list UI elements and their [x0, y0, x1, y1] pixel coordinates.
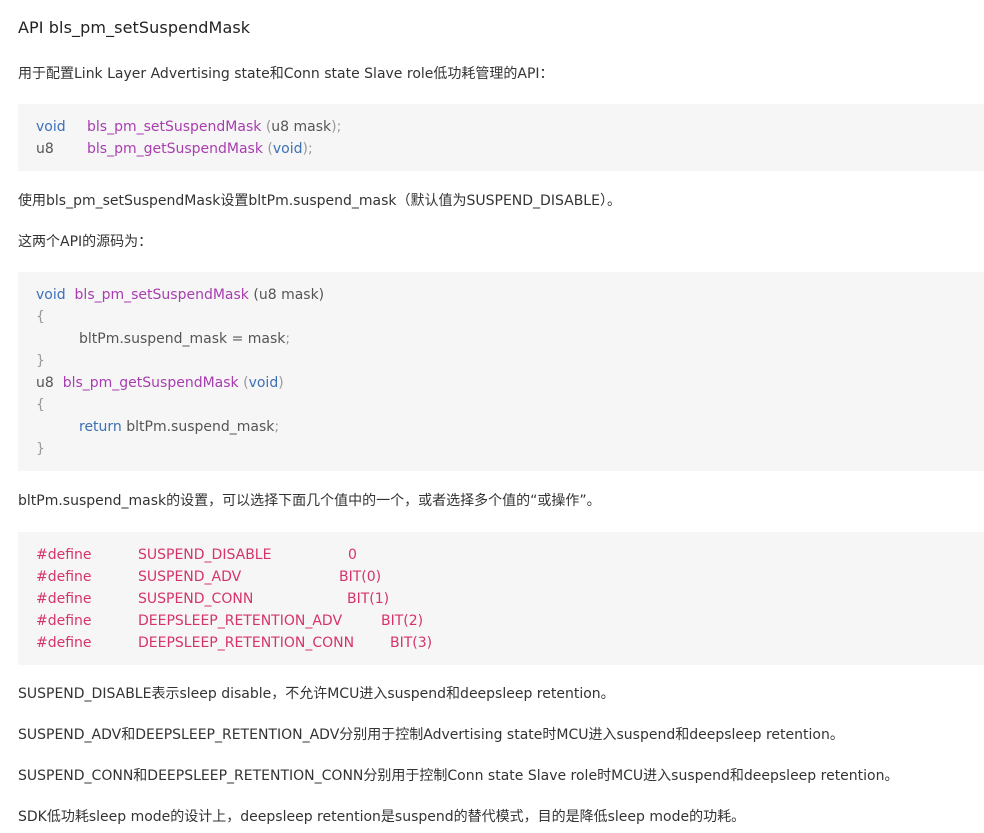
- define-name: SUSPEND_CONN: [138, 591, 254, 607]
- suspend-conn-paragraph: SUSPEND_CONN和DEEPSLEEP_RETENTION_CONN分别用…: [18, 768, 899, 784]
- code-line-1: void bls_pm_setSuspendMask (u8 mask): [36, 284, 966, 306]
- define-value: BIT(0): [339, 569, 382, 585]
- define-line: #define DEEPSLEEP_RETENTION_ADV BIT(2): [36, 610, 966, 632]
- code-block-declarations: void bls_pm_setSuspendMask (u8 mask); u8 b…: [18, 104, 984, 171]
- argument: void: [272, 141, 303, 157]
- suspend-disable-paragraph: SUSPEND_DISABLE表示sleep disable，不允许MCU进入s…: [18, 686, 615, 702]
- type-keyword: u8: [36, 375, 54, 391]
- argument: u8 mask: [271, 119, 332, 135]
- function-name: bls_pm_getSuspendMask: [62, 375, 239, 391]
- paren-close: );: [331, 119, 342, 135]
- paren-close: );: [302, 141, 313, 157]
- define-name: SUSPEND_DISABLE: [138, 547, 272, 563]
- semicolon: ;: [274, 419, 280, 435]
- define-keyword: #define: [36, 635, 92, 651]
- intro-paragraph: 用于配置Link Layer Advertising state和Conn st…: [18, 66, 554, 82]
- code-block-defines: #define SUSPEND_DISABLE 0 #define SUSPEND_A…: [18, 532, 984, 665]
- define-value: BIT(3): [390, 635, 433, 651]
- code-line-3: bltPm.suspend_mask = mask;: [36, 328, 966, 350]
- brace-open: {: [36, 309, 45, 325]
- return-keyword: return: [79, 419, 122, 435]
- page-title: API bls_pm_setSuspendMask: [18, 18, 251, 37]
- code-line-7: return bltPm.suspend_mask;: [36, 416, 966, 438]
- define-line: #define SUSPEND_ADV BIT(0): [36, 566, 966, 588]
- brace-open: {: [36, 397, 45, 413]
- set-mask-paragraph: 使用bls_pm_setSuspendMask设置bltPm.suspend_m…: [18, 193, 621, 209]
- define-keyword: #define: [36, 547, 92, 563]
- type-keyword: void: [36, 119, 66, 135]
- source-intro-paragraph: 这两个API的源码为：: [18, 234, 153, 250]
- argument-list: (u8 mask): [253, 287, 325, 303]
- define-keyword: #define: [36, 613, 92, 629]
- suspend-adv-paragraph: SUSPEND_ADV和DEEPSLEEP_RETENTION_ADV分别用于控…: [18, 727, 844, 743]
- code-block-source: void bls_pm_setSuspendMask (u8 mask) { b…: [18, 272, 984, 471]
- brace-close: }: [36, 441, 45, 457]
- define-name: SUSPEND_ADV: [138, 569, 242, 585]
- code-line-8: }: [36, 438, 966, 460]
- semicolon: ;: [285, 331, 291, 347]
- function-name: bls_pm_getSuspendMask: [87, 141, 263, 157]
- brace-close: }: [36, 353, 45, 369]
- code-line-set-decl: void bls_pm_setSuspendMask (u8 mask);: [36, 116, 966, 138]
- code-line-2: {: [36, 306, 966, 328]
- code-line-4: }: [36, 350, 966, 372]
- define-value: BIT(1): [347, 591, 390, 607]
- define-line: #define SUSPEND_DISABLE 0: [36, 544, 966, 566]
- return-expression: bltPm.suspend_mask: [126, 419, 275, 435]
- function-name: bls_pm_setSuspendMask: [87, 119, 262, 135]
- type-keyword: void: [36, 287, 66, 303]
- code-line-5: u8 bls_pm_getSuspendMask (void): [36, 372, 966, 394]
- define-value: BIT(2): [381, 613, 424, 629]
- sleep-mode-paragraph: SDK低功耗sleep mode的设计上，deepsleep retention…: [18, 809, 746, 825]
- paren-close: ): [278, 375, 284, 391]
- define-keyword: #define: [36, 591, 92, 607]
- statement: bltPm.suspend_mask = mask: [79, 331, 286, 347]
- define-name: DEEPSLEEP_RETENTION_ADV: [138, 613, 343, 629]
- define-line: #define SUSPEND_CONN BIT(1): [36, 588, 966, 610]
- code-line-get-decl: u8 bls_pm_getSuspendMask (void);: [36, 138, 966, 160]
- code-line-6: {: [36, 394, 966, 416]
- mask-options-paragraph: bltPm.suspend_mask的设置，可以选择下面几个值中的一个，或者选择…: [18, 493, 601, 509]
- define-keyword: #define: [36, 569, 92, 585]
- define-name: DEEPSLEEP_RETENTION_CONN: [138, 635, 355, 651]
- type-keyword: u8: [36, 141, 54, 157]
- define-line: #define DEEPSLEEP_RETENTION_CONN BIT(3): [36, 632, 966, 654]
- define-value: 0: [348, 547, 357, 563]
- function-name: bls_pm_setSuspendMask: [74, 287, 249, 303]
- argument: void: [248, 375, 279, 391]
